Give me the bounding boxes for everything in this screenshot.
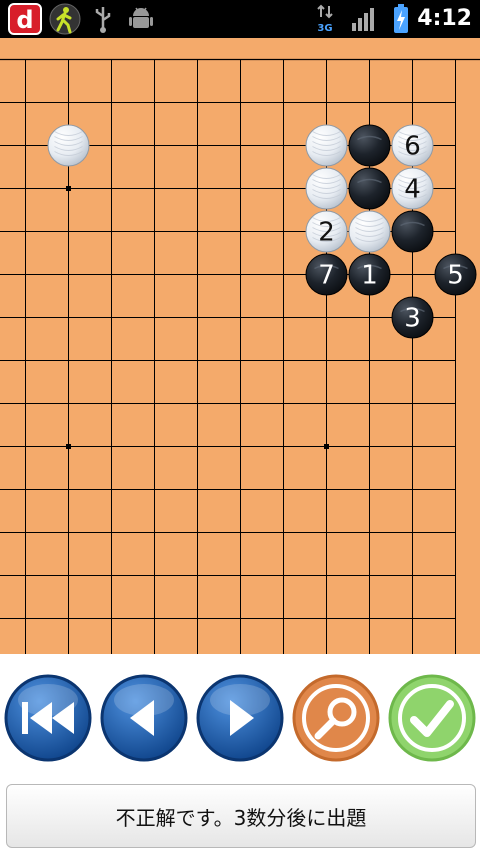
clock: 4:12 (417, 6, 472, 31)
black-stone: 1 (348, 253, 391, 296)
move-number: 6 (404, 132, 421, 162)
move-number: 1 (361, 261, 378, 291)
network-type: 3G (317, 23, 332, 34)
move-number: 2 (318, 218, 335, 248)
black-stone (348, 167, 391, 210)
svg-text:d: d (16, 6, 33, 34)
android-debug-icon (129, 7, 153, 28)
move-number: 7 (318, 261, 335, 291)
walker-icon (49, 3, 81, 35)
white-stone (348, 210, 391, 253)
white-stone (47, 124, 90, 167)
message-bar[interactable]: 不正解です。3数分後に出題 (6, 784, 476, 848)
star-point (66, 186, 71, 191)
white-stone (305, 124, 348, 167)
prev-move-button[interactable] (100, 674, 188, 762)
result-message: 不正解です。3数分後に出題 (115, 805, 367, 830)
black-stone: 3 (391, 296, 434, 339)
move-number: 3 (404, 304, 421, 334)
status-bar: d 3G 4:12 (0, 0, 480, 38)
go-board[interactable]: 6 4 2 71 53 (0, 38, 480, 654)
control-panel: 不正解です。3数分後に出題 (0, 654, 480, 854)
usb-icon (95, 7, 111, 33)
black-stone: 7 (305, 253, 348, 296)
move-number: 4 (404, 175, 421, 205)
white-stone: 6 (391, 124, 434, 167)
hint-search-button[interactable] (292, 674, 380, 762)
white-stone: 4 (391, 167, 434, 210)
black-stone (391, 210, 434, 253)
first-move-button[interactable] (4, 674, 92, 762)
next-move-button[interactable] (196, 674, 284, 762)
signal-icon (352, 8, 374, 31)
confirm-button[interactable] (388, 674, 476, 762)
black-stone: 5 (434, 253, 477, 296)
battery-charging-icon (394, 4, 408, 33)
white-stone (305, 167, 348, 210)
board-canvas[interactable]: 6 4 2 7 1 53 (0, 38, 480, 654)
data-arrows-icon: 3G (317, 4, 333, 34)
star-point (324, 444, 329, 449)
star-point (66, 444, 71, 449)
white-stone: 2 (305, 210, 348, 253)
black-stone (348, 124, 391, 167)
move-number: 5 (447, 261, 464, 291)
docomo-d-icon: d (8, 3, 42, 35)
